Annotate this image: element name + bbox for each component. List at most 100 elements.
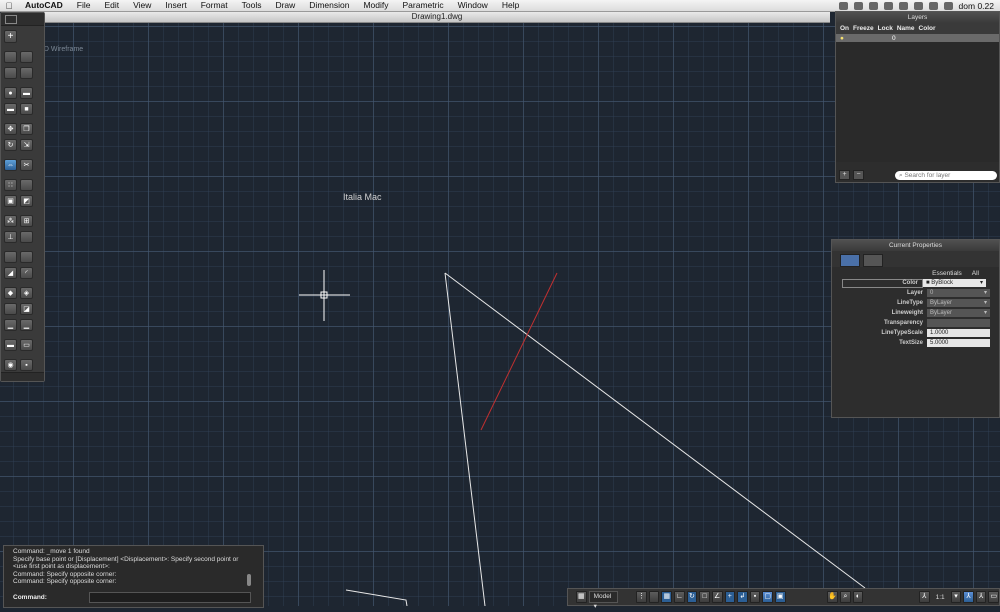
copy-tool-button[interactable]: ❐ (20, 123, 33, 135)
spline-tool-button[interactable]: ◜ (20, 267, 33, 279)
tool-palette-header[interactable] (1, 13, 44, 26)
properties-tool-button[interactable]: ▁ (20, 319, 33, 331)
dynamic-input-button[interactable]: + (724, 591, 736, 603)
rectangle-tool-button[interactable]: ▬ (20, 87, 33, 99)
menubar-clock[interactable]: dom 0.22 (959, 1, 994, 11)
drawing-text[interactable]: Italia Mac (343, 192, 382, 202)
prop-value-input[interactable]: 1.0000 (927, 329, 990, 337)
transparency-slider[interactable] (927, 319, 990, 327)
layer-row[interactable]: ● 0 (836, 34, 999, 42)
fullscreen-icon[interactable]: ▭ (988, 591, 1000, 603)
rotate-tool-button[interactable]: ↻ (4, 139, 17, 151)
triangle-left-edge[interactable] (444, 272, 486, 606)
fillet-tool-button[interactable]: ◩ (20, 195, 33, 207)
model-selector[interactable]: Model ▾ (588, 591, 619, 610)
palette-grip-icon[interactable] (5, 15, 17, 24)
add-tool-button[interactable]: + (4, 30, 17, 43)
menu-format[interactable]: Format (194, 0, 235, 11)
command-scrollbar[interactable] (247, 574, 251, 586)
annotation-monitor-button[interactable]: ▣ (774, 591, 786, 603)
bottom-polyline[interactable] (345, 589, 408, 606)
prop-row-textsize[interactable]: TextSize 5.0000 (832, 338, 999, 348)
layer-search-input[interactable]: ⌕ Search for layer (895, 171, 997, 180)
prop-value-input[interactable]: 5.0000 (927, 339, 990, 347)
prop-row-transparency[interactable]: Transparency (832, 318, 999, 328)
cursor-mode-button[interactable] (648, 591, 660, 603)
filter-all[interactable]: All (972, 270, 979, 277)
pan-hand-icon[interactable]: ✋ (827, 591, 839, 603)
move-tool-button[interactable]: ✥ (4, 123, 17, 135)
tab-object-properties[interactable] (863, 254, 883, 267)
col-lock[interactable]: Lock (878, 25, 893, 32)
text-tool-button[interactable] (4, 251, 17, 263)
layer-tool-button[interactable]: ◪ (20, 303, 33, 315)
col-color[interactable]: Color (919, 25, 936, 32)
workspace-icon[interactable]: ▾ (950, 591, 962, 603)
array-tool-button[interactable]: ∷ (4, 179, 17, 191)
prop-value-dropdown[interactable]: ByLayer ▾ (927, 309, 990, 317)
polyline-tool-button[interactable] (20, 67, 33, 79)
tray-bluetooth-icon[interactable] (883, 1, 893, 10)
block-tool-button[interactable]: ◆ (4, 287, 17, 299)
linetype-tool-button[interactable]: ▭ (20, 339, 33, 351)
apple-icon[interactable]:  (0, 1, 18, 11)
prop-value-dropdown[interactable]: 0 ▾ (927, 289, 990, 297)
menu-file[interactable]: File (70, 0, 98, 11)
insert-tool-button[interactable]: ◈ (20, 287, 33, 299)
annotation-scale-icon[interactable]: ⅄ (918, 591, 930, 603)
menu-parametric[interactable]: Parametric (396, 0, 451, 11)
col-freeze[interactable]: Freeze (853, 25, 874, 32)
camera-tool-button[interactable]: ▪ (20, 359, 33, 371)
prop-row-linetype[interactable]: LineType ByLayer ▾ (832, 298, 999, 308)
explode-tool-button[interactable]: ⁂ (4, 215, 17, 227)
prop-value-dropdown[interactable]: ByLayer ▾ (927, 299, 990, 307)
menu-dimension[interactable]: Dimension (302, 0, 356, 11)
annotation-scale-value[interactable]: 1:1 (932, 594, 949, 601)
annotation-visibility-icon[interactable]: ⅄ (963, 591, 974, 603)
triangle-right-edge[interactable] (444, 272, 866, 589)
menu-view[interactable]: View (126, 0, 158, 11)
tool-palette-footer[interactable] (1, 372, 44, 381)
layers-list[interactable] (836, 42, 999, 162)
remove-layer-button[interactable]: − (853, 170, 864, 180)
prop-row-color[interactable]: Color ■ ByBlock ▾ (832, 278, 999, 288)
tray-volume-icon[interactable] (913, 1, 923, 10)
add-layer-button[interactable]: + (839, 170, 850, 180)
prop-row-layer[interactable]: Layer 0 ▾ (832, 288, 999, 298)
select-tool-button[interactable] (4, 51, 17, 63)
zoom-icon[interactable]: ⌕ (840, 591, 851, 603)
ellipse-tool-button[interactable]: ▬ (4, 103, 17, 115)
measure-tool-button[interactable] (4, 303, 17, 315)
red-line[interactable] (480, 272, 558, 431)
isometric-button[interactable]: ∠ (711, 591, 723, 603)
join-tool-button[interactable]: ⊞ (20, 215, 33, 227)
color-tool-button[interactable]: ▬ (4, 339, 17, 351)
tray-sync-icon[interactable] (868, 1, 878, 10)
lightbulb-icon[interactable]: ● (840, 35, 852, 42)
render-tool-button[interactable]: ◉ (4, 359, 17, 371)
tray-app-icon[interactable] (838, 1, 848, 10)
match-tool-button[interactable]: ▁ (4, 319, 17, 331)
polar-tracking-button[interactable]: ↻ (686, 591, 698, 603)
tray-timemachine-icon[interactable] (853, 1, 863, 10)
circle-tool-button[interactable]: ● (4, 87, 17, 99)
grid-display-button[interactable]: ▦ (661, 591, 673, 603)
hatch-tool-button[interactable]: ■ (20, 103, 33, 115)
prop-row-lineweight[interactable]: Lineweight ByLayer ▾ (832, 308, 999, 318)
selection-cycling-button[interactable]: ▢ (762, 591, 773, 603)
col-name[interactable]: Name (897, 25, 915, 32)
mirror-tool-button[interactable] (20, 179, 33, 191)
object-snap-button[interactable]: □ (699, 591, 710, 603)
layout-grid-icon[interactable]: ▦ (576, 591, 587, 603)
properties-panel-title[interactable]: Current Properties (832, 240, 999, 251)
menu-draw[interactable]: Draw (268, 0, 302, 11)
mtext-tool-button[interactable] (20, 251, 33, 263)
ortho-mode-button[interactable]: ∟ (674, 591, 685, 603)
filter-essentials[interactable]: Essentials (932, 270, 962, 277)
menu-tools[interactable]: Tools (235, 0, 269, 11)
menu-window[interactable]: Window (451, 0, 495, 11)
prop-row-linetypescale[interactable]: LineTypeScale 1.0000 (832, 328, 999, 338)
transparency-button[interactable]: ▪ (749, 591, 761, 603)
line-tool-button[interactable] (4, 67, 17, 79)
menu-modify[interactable]: Modify (356, 0, 395, 11)
